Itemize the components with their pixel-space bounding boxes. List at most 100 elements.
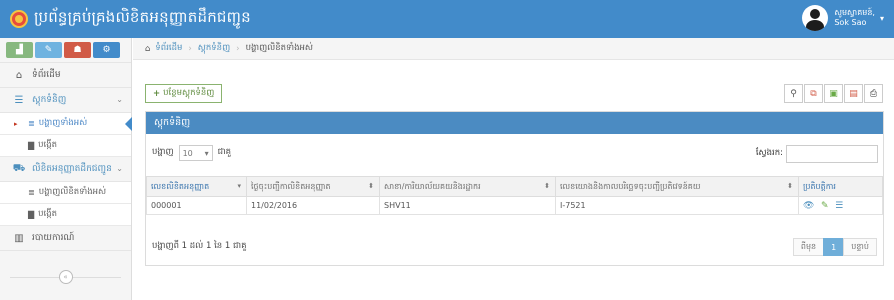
table-row: 000001 11/02/2016 SHV11 I-7521 👁 ✎ ☰ [146, 196, 883, 215]
page-1-button[interactable]: 1 [823, 238, 845, 256]
column-header[interactable]: សាខា/ការិយាល័យគយនិងរដ្ឋាករ ⬍ [379, 176, 556, 197]
export-toolbar: ⚲ ⧉ ▣ ▤ ⎙ [783, 84, 883, 103]
user-avatar-icon [802, 5, 829, 31]
sort-icon: ⬍ [787, 182, 793, 190]
breadcrumb-current: បង្ហាញលិខិតទាំងអស់ [245, 42, 314, 53]
sidebar-item[interactable]: ▸ ≣ បង្ហាញទាំងអស់ [0, 113, 132, 135]
table-info: បង្ហាញពី 1 ដល់ 1 នៃ 1 ជាគួ [152, 241, 247, 251]
users-icon[interactable]: ☗ [64, 42, 91, 58]
sidebar-item[interactable]: ≣ បង្ហាញលិខិតទាំងអស់ [0, 182, 131, 204]
sort-icon: ⬍ [368, 182, 374, 190]
sidebar-item-label: ទំព័រដើម [32, 69, 61, 80]
sidebar-item-label: បង្ហាញលិខិតទាំងអស់ [38, 186, 107, 197]
page-length-control: បង្ហាញ 10 ▾ ជាគួ [152, 145, 231, 161]
pdf-icon[interactable]: ▤ [844, 84, 863, 103]
stock-panel: ស្តុកទំនិញ បង្ហាញ 10 ▾ ជាគួ ស្វែងរក: លេខ… [145, 111, 884, 266]
column-label: សាខា/ការិយាល័យគយនិងរដ្ឋាករ [384, 181, 481, 191]
breadcrumb-separator: › [236, 43, 240, 54]
add-stock-button[interactable]: + បន្ថែមស្តុកទំនិញ [145, 84, 223, 103]
column-header: ប្រតិបត្តិការ [798, 176, 883, 197]
user-greeting: សូមស្វាគមន៍, Sok Sao [834, 8, 875, 28]
previous-page-button[interactable]: ពីមុន [792, 238, 825, 256]
pencil-icon[interactable]: ✎ [35, 42, 62, 58]
column-header[interactable]: លេខលិខិតអនុញ្ញាត ▾ [146, 176, 247, 197]
active-pointer [125, 117, 132, 131]
edit-icon[interactable]: ✎ [821, 201, 829, 211]
column-label: លេខលិខិតអនុញ្ញាត [151, 181, 210, 191]
table-header-row: លេខលិខិតអនុញ្ញាត ▾ ថ្ងៃចុះបញ្ជីកាលិខិតអនុ… [146, 176, 883, 197]
column-label: លេខយោងនិងកាលបរិច្ឆេទចុះបញ្ជីប្រតិវេទន៍គយ [560, 181, 701, 191]
pagination: ពីមុន 1 បន្ទាប់ [792, 238, 877, 256]
breadcrumb-home[interactable]: ទំព័រដើម [155, 43, 182, 55]
breadcrumb: ⌂ ទំព័រដើម › ស្តុកទំនិញ › បង្ហាញលិខិតទាំ… [133, 38, 894, 60]
cell-permit-number: 000001 [146, 196, 247, 215]
cogs-icon[interactable]: ⚙ [93, 42, 120, 58]
app-title: ប្រព័ន្ធគ្រប់គ្រងលិខិតអនុញ្ញាតដឹកជញ្ជូន [34, 8, 251, 26]
bar-chart-icon: ▥ [14, 232, 24, 244]
column-label: ថ្ងៃចុះបញ្ជីកាលិខិតអនុញ្ញាត [251, 181, 331, 191]
logo-icon [10, 10, 28, 28]
sidebar-item[interactable]: ▇ បង្កើត [0, 204, 131, 226]
copy-icon[interactable]: ⧉ [804, 84, 823, 103]
show-label: បង្ហាញ [152, 147, 174, 157]
home-icon: ⌂ [15, 69, 23, 81]
list-icon: ≣ [28, 119, 35, 128]
print-icon[interactable]: ⎙ [864, 84, 883, 103]
user-name: Sok Sao [834, 18, 867, 27]
table-search: ស្វែងរក: [756, 145, 878, 163]
page-length-select[interactable]: 10 ▾ [178, 145, 213, 161]
column-header[interactable]: ថ្ងៃចុះបញ្ជីកាលិខិតអនុញ្ញាត ⬍ [246, 176, 380, 197]
add-stock-label: បន្ថែមស្តុកទំនិញ [163, 87, 215, 98]
view-icon[interactable]: 👁 [803, 201, 814, 211]
sidebar-item[interactable]: ☰ ស្តុកទំនិញ ⌄ [0, 88, 131, 113]
rows-label: ជាគួ [217, 147, 232, 157]
file-icon: ▇ [28, 210, 35, 219]
list-icon[interactable]: ☰ [835, 201, 843, 211]
app-brand[interactable]: ប្រព័ន្ធគ្រប់គ្រងលិខិតអនុញ្ញាតដឹកជញ្ជូន [10, 6, 251, 32]
sidebar-item-label: បង្កើត [38, 208, 58, 219]
cell-register-date: 11/02/2016 [246, 196, 380, 215]
database-icon: ☰ [14, 94, 24, 106]
search-label: ស្វែងរក: [755, 148, 783, 158]
truck-icon: ⛟ [12, 162, 26, 174]
sidebar-item[interactable]: ⛟ លិខិតអនុញ្ញាតដឹកជញ្ជូន ⌄ [0, 157, 131, 182]
sidebar: ▟ ✎ ☗ ⚙ ⌂ ទំព័រដើម ☰ ស្តុកទំនិញ ⌄ ▸ ≣ បង្ហាញទាំងអស… [0, 38, 132, 300]
search-input[interactable] [786, 145, 878, 163]
page-length-value: 10 [182, 148, 193, 158]
next-page-button[interactable]: បន្ទាប់ [843, 238, 877, 256]
breadcrumb-section[interactable]: ស្តុកទំនិញ [198, 43, 230, 55]
sidebar-menu: ⌂ ទំព័រដើម ☰ ស្តុកទំនិញ ⌄ ▸ ≣ បង្ហាញទាំងអស់ ▇ បង្… [0, 63, 132, 251]
user-menu[interactable]: សូមស្វាគមន៍, Sok Sao ▾ [802, 5, 884, 31]
sidebar-item-label: បង្កើត [38, 139, 58, 150]
panel-title: ស្តុកទំនិញ [146, 112, 883, 134]
plus-icon: + [153, 88, 161, 99]
sidebar-shortcuts: ▟ ✎ ☗ ⚙ [0, 38, 131, 63]
sidebar-item[interactable]: ⌂ ទំព័រដើម [0, 63, 131, 88]
sidebar-item-label: បង្ហាញទាំងអស់ [38, 117, 88, 128]
column-label: ប្រតិបត្តិការ [803, 181, 836, 191]
double-chevron-left-icon[interactable]: « [58, 270, 73, 284]
sidebar-item[interactable]: ▇ បង្កើត [0, 135, 131, 157]
cell-actions: 👁 ✎ ☰ [798, 196, 883, 215]
cell-reference: I-7521 [555, 196, 799, 215]
caret-down-icon: ▾ [879, 13, 884, 23]
active-caret-icon: ▸ [14, 119, 18, 128]
cell-branch: SHV11 [379, 196, 556, 215]
welcome-label: សូមស្វាគមន៍, [834, 8, 875, 17]
sidebar-item[interactable]: ▥ របាយការណ៍ [0, 226, 131, 251]
search-icon[interactable]: ⚲ [784, 84, 803, 103]
excel-icon[interactable]: ▣ [824, 84, 843, 103]
stock-table: លេខលិខិតអនុញ្ញាត ▾ ថ្ងៃចុះបញ្ជីកាលិខិតអនុ… [146, 176, 883, 215]
sort-desc-icon: ▾ [237, 182, 241, 190]
chart-icon[interactable]: ▟ [6, 42, 33, 58]
file-icon: ▇ [28, 141, 35, 150]
sort-icon: ⬍ [544, 182, 550, 190]
sidebar-collapse[interactable]: « [0, 270, 131, 284]
breadcrumb-separator: › [188, 43, 192, 54]
sidebar-item-label: ស្តុកទំនិញ [32, 94, 67, 105]
caret-down-icon: ▾ [204, 148, 209, 158]
column-header[interactable]: លេខយោងនិងកាលបរិច្ឆេទចុះបញ្ជីប្រតិវេទន៍គយ… [555, 176, 799, 197]
chevron-down-icon: ⌄ [116, 95, 123, 104]
home-icon: ⌂ [145, 43, 151, 54]
list-icon: ≣ [28, 188, 35, 197]
